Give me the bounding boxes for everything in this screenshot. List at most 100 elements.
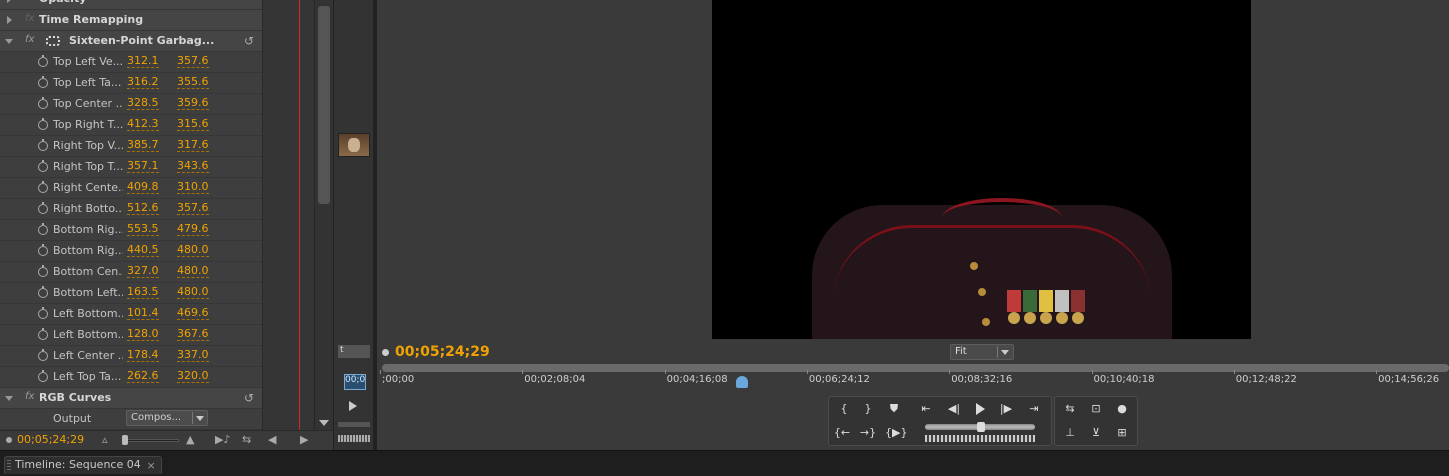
lift-icon[interactable]: ⊥ bbox=[1059, 423, 1081, 443]
effect-header[interactable]: fx RGB Curves ↺ bbox=[0, 388, 262, 409]
fx-toggle-icon[interactable]: fx bbox=[25, 34, 34, 45]
stopwatch-icon[interactable] bbox=[38, 286, 48, 298]
stopwatch-icon[interactable] bbox=[38, 244, 48, 256]
stopwatch-icon[interactable] bbox=[38, 307, 48, 319]
stopwatch-icon[interactable] bbox=[38, 328, 48, 340]
safe-margins-icon[interactable]: ⊡ bbox=[1085, 399, 1107, 419]
reset-icon[interactable]: ↺ bbox=[244, 391, 254, 405]
param-value-x[interactable]: 357.1 bbox=[127, 160, 159, 173]
chevron-right-icon[interactable] bbox=[7, 16, 12, 24]
jog-thumb[interactable] bbox=[977, 422, 985, 432]
param-value-x[interactable]: 163.5 bbox=[127, 286, 159, 299]
tab-grip-icon[interactable] bbox=[7, 460, 11, 470]
effect-param-row[interactable]: Top Left Ta... 316.2 355.6 bbox=[0, 73, 262, 94]
effect-param-row[interactable]: Bottom Rig... 553.5 479.6 bbox=[0, 220, 262, 241]
zoom-slider[interactable] bbox=[123, 439, 179, 442]
param-value-y[interactable]: 480.0 bbox=[177, 265, 209, 278]
scroll-right-icon[interactable]: ▶ bbox=[300, 433, 308, 446]
output-icon[interactable]: ● bbox=[1111, 399, 1133, 419]
stopwatch-icon[interactable] bbox=[38, 139, 48, 151]
param-value-x[interactable]: 101.4 bbox=[127, 307, 159, 320]
param-value-x[interactable]: 128.0 bbox=[127, 328, 159, 341]
stopwatch-icon[interactable] bbox=[38, 265, 48, 277]
close-icon[interactable]: × bbox=[147, 458, 156, 474]
param-value-y[interactable]: 479.6 bbox=[177, 223, 209, 236]
export-frame-icon[interactable]: ⊞ bbox=[1111, 423, 1133, 443]
tab-timeline-sequence[interactable]: Timeline: Sequence 04 × bbox=[4, 456, 162, 474]
loop-icon[interactable]: ⇆ bbox=[242, 433, 251, 446]
mark-in-icon[interactable]: { bbox=[833, 399, 855, 419]
param-value-x[interactable]: 409.8 bbox=[127, 181, 159, 194]
play-icon[interactable] bbox=[349, 401, 357, 411]
output-row[interactable]: Output Compos... bbox=[0, 409, 262, 430]
param-value-x[interactable]: 440.5 bbox=[127, 244, 159, 257]
zoom-out-icon[interactable]: ▵ bbox=[102, 433, 108, 446]
shuttle-slider[interactable] bbox=[925, 435, 1035, 442]
param-value-x[interactable]: 327.0 bbox=[127, 265, 159, 278]
effect-param-row[interactable]: Top Left Ve... 312.1 357.6 bbox=[0, 52, 262, 73]
go-to-out-icon[interactable]: ⇥ bbox=[1023, 399, 1045, 419]
scrollbar-thumb[interactable] bbox=[318, 6, 330, 204]
effect-header[interactable]: fx Time Remapping bbox=[0, 10, 262, 31]
play-button[interactable] bbox=[969, 399, 991, 419]
param-value-y[interactable]: 310.0 bbox=[177, 181, 209, 194]
stopwatch-icon[interactable] bbox=[38, 202, 48, 214]
param-value-y[interactable]: 317.6 bbox=[177, 139, 209, 152]
chevron-down-icon[interactable] bbox=[5, 39, 13, 44]
param-value-x[interactable]: 328.5 bbox=[127, 97, 159, 110]
effect-param-row[interactable]: Right Botto... 512.6 357.6 bbox=[0, 199, 262, 220]
clip-thumbnail[interactable] bbox=[338, 133, 370, 157]
zoom-level-select[interactable]: Fit bbox=[950, 344, 1014, 360]
effect-controls-timecode[interactable]: 00;05;24;29 bbox=[17, 433, 84, 446]
play-in-to-out-icon[interactable]: {▶} bbox=[885, 423, 907, 443]
stopwatch-icon[interactable] bbox=[38, 349, 48, 361]
stopwatch-icon[interactable] bbox=[38, 370, 48, 382]
play-audio-icon[interactable]: ▶♪ bbox=[215, 433, 230, 446]
param-value-x[interactable]: 178.4 bbox=[127, 349, 159, 362]
stopwatch-icon[interactable] bbox=[38, 76, 48, 88]
go-to-in-icon[interactable]: ⇤ bbox=[915, 399, 937, 419]
stopwatch-icon[interactable] bbox=[38, 97, 48, 109]
effect-param-row[interactable]: Left Top Ta... 262.6 320.0 bbox=[0, 367, 262, 388]
mark-out-icon[interactable]: } bbox=[857, 399, 879, 419]
effect-controls-playhead[interactable] bbox=[299, 0, 300, 430]
garbage-matte-icon[interactable] bbox=[46, 36, 60, 46]
effect-param-row[interactable]: Top Right T... 412.3 315.6 bbox=[0, 115, 262, 136]
effect-controls-timeline[interactable] bbox=[262, 0, 314, 430]
program-timecode[interactable]: 00;05;24;29 bbox=[395, 344, 490, 360]
param-value-y[interactable]: 480.0 bbox=[177, 286, 209, 299]
output-select[interactable]: Compos... bbox=[126, 410, 208, 426]
effect-param-row[interactable]: Bottom Cen... 327.0 480.0 bbox=[0, 262, 262, 283]
zoom-slider-thumb[interactable] bbox=[122, 435, 128, 445]
param-value-x[interactable]: 553.5 bbox=[127, 223, 159, 236]
chevron-down-icon[interactable] bbox=[5, 396, 13, 401]
clip-marker[interactable]: 00;0 bbox=[344, 374, 366, 390]
effect-param-row[interactable]: Bottom Rig... 440.5 480.0 bbox=[0, 241, 262, 262]
param-value-y[interactable]: 337.0 bbox=[177, 349, 209, 362]
stopwatch-icon[interactable] bbox=[38, 55, 48, 67]
scroll-down-icon[interactable] bbox=[319, 420, 329, 426]
fx-toggle-icon[interactable]: fx bbox=[25, 13, 34, 24]
go-to-previous-edit-icon[interactable]: {← bbox=[831, 423, 853, 443]
reset-icon[interactable]: ↺ bbox=[244, 34, 254, 48]
param-value-y[interactable]: 469.6 bbox=[177, 307, 209, 320]
param-value-y[interactable]: 320.0 bbox=[177, 370, 209, 383]
fx-toggle-icon[interactable]: fx bbox=[25, 0, 34, 3]
param-value-y[interactable]: 367.6 bbox=[177, 328, 209, 341]
effect-param-row[interactable]: Top Center ... 328.5 359.6 bbox=[0, 94, 262, 115]
param-value-x[interactable]: 262.6 bbox=[127, 370, 159, 383]
param-value-x[interactable]: 412.3 bbox=[127, 118, 159, 131]
loop-icon[interactable]: ⇆ bbox=[1059, 399, 1081, 419]
add-marker-icon[interactable]: ⛊ bbox=[883, 399, 905, 419]
chevron-right-icon[interactable] bbox=[7, 0, 12, 3]
stopwatch-icon[interactable] bbox=[38, 223, 48, 235]
param-value-y[interactable]: 357.6 bbox=[177, 55, 209, 68]
param-value-x[interactable]: 512.6 bbox=[127, 202, 159, 215]
stopwatch-icon[interactable] bbox=[38, 181, 48, 193]
effect-param-row[interactable]: Right Top T... 357.1 343.6 bbox=[0, 157, 262, 178]
effect-header[interactable]: fx Sixteen-Point Garbag... ↺ bbox=[0, 31, 262, 52]
zoom-scroll-track[interactable] bbox=[382, 364, 1449, 372]
param-value-y[interactable]: 355.6 bbox=[177, 76, 209, 89]
effect-param-row[interactable]: Left Bottom... 128.0 367.6 bbox=[0, 325, 262, 346]
jog-bar[interactable] bbox=[338, 422, 370, 427]
